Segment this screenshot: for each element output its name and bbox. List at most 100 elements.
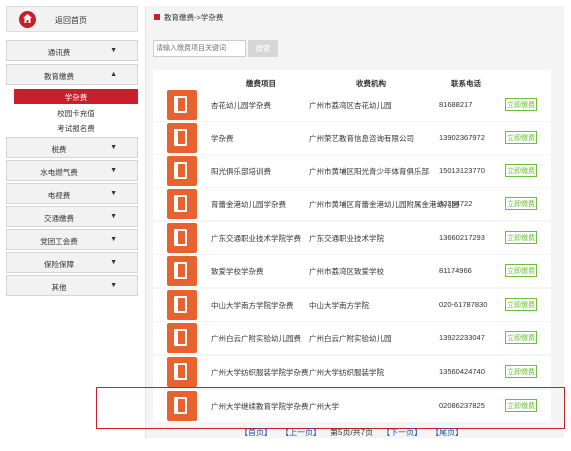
- subnav-tuition[interactable]: 学杂费: [14, 89, 138, 104]
- table-row: 学杂费 广州荣艺教育信息咨询有限公司 13902367972 立即缴费: [153, 122, 551, 154]
- table-row: 致爱学校学杂费 广州市荔湾区致爱学校 81174966 立即缴费: [153, 255, 551, 287]
- first-page-link[interactable]: 首页: [248, 428, 264, 437]
- bracket-left: 【: [382, 428, 391, 437]
- item-name: 广东交通职业技术学院学费: [211, 234, 301, 243]
- phone: 13902367972: [439, 133, 485, 142]
- org-name: 广州白云广附实验幼儿园: [309, 334, 392, 343]
- phone: 020-61787830: [439, 300, 488, 309]
- prev-page-link[interactable]: 上一页: [289, 428, 313, 437]
- phone: 13922233047: [439, 333, 485, 342]
- chevron-down-icon: ▼: [110, 282, 117, 289]
- subnav-label: 学杂费: [64, 93, 88, 102]
- phone: 15013123770: [439, 166, 485, 175]
- highlight-frame: [96, 387, 565, 429]
- org-name: 广州市黄埔区育蕾金港幼儿园附属金港幼儿园: [309, 200, 459, 209]
- table-row: 阳光俱乐部培训费 广州市黄埔区阳光青少年体育俱乐部 15013123770 立即…: [153, 155, 551, 187]
- home-button[interactable]: 返回首页: [6, 6, 138, 32]
- header-item: 缴费项目: [246, 79, 276, 88]
- org-name: 广州市荔湾区致爱学校: [309, 267, 384, 276]
- table-row: 广东交通职业技术学院学费 广东交通职业技术学院 13660217293 立即缴费: [153, 222, 551, 254]
- bracket-left: 【: [431, 428, 440, 437]
- nav-label: 保险保障: [44, 260, 74, 269]
- pay-now-button[interactable]: 立即缴费: [505, 331, 537, 344]
- org-name: 广州荣艺教育信息咨询有限公司: [309, 134, 414, 143]
- phone: 81174966: [439, 266, 472, 275]
- nav-tax[interactable]: 税费 ▼: [6, 137, 138, 158]
- home-icon: [19, 11, 36, 28]
- book-icon: [167, 290, 197, 320]
- pay-now-button[interactable]: 立即缴费: [505, 98, 537, 111]
- nav-traffic[interactable]: 交通缴费 ▼: [6, 206, 138, 227]
- last-page-link[interactable]: 尾页: [439, 428, 455, 437]
- header-tel: 联系电话: [451, 79, 481, 88]
- pay-now-button[interactable]: 立即缴费: [505, 298, 537, 311]
- chevron-down-icon: ▼: [110, 167, 117, 174]
- table-row: 中山大学南方学院学杂费 中山大学南方学院 020-61787830 立即缴费: [153, 289, 551, 321]
- item-name: 阳光俱乐部培训费: [211, 167, 271, 176]
- book-icon: [167, 90, 197, 120]
- pay-now-button[interactable]: 立即缴费: [505, 264, 537, 277]
- bracket-right: 】: [455, 428, 464, 437]
- breadcrumb-marker-icon: [154, 14, 160, 20]
- book-icon: [167, 156, 197, 186]
- nav-tv[interactable]: 电视费 ▼: [6, 183, 138, 204]
- breadcrumb-text: 教育缴费->学杂费: [164, 13, 224, 22]
- main-panel: 教育缴费->学杂费 搜索 缴费项目 收费机构 联系电话 杏花幼儿园学杂费 广州市…: [145, 6, 564, 438]
- subnav-exam-fee[interactable]: 考试报名费: [14, 120, 138, 134]
- table-row: 广州大学纺织服装学院学杂费 广州大学纺织服装学院 13560424740 立即缴…: [153, 356, 551, 388]
- org-name: 广州大学纺织服装学院: [309, 368, 384, 377]
- book-icon: [167, 189, 197, 219]
- bracket-right: 】: [313, 428, 321, 437]
- pagination: 【首页】 【上一页】 第5页/共7页 【下一页】 【尾页】: [240, 427, 463, 438]
- nav-insurance[interactable]: 保险保障 ▼: [6, 252, 138, 273]
- search-button[interactable]: 搜索: [248, 40, 278, 57]
- chevron-down-icon: ▼: [110, 259, 117, 266]
- table-row: 育蕾金港幼儿园学杂费 广州市黄埔区育蕾金港幼儿园附属金港幼儿园 82354722…: [153, 188, 551, 220]
- item-name: 杏花幼儿园学杂费: [211, 101, 271, 110]
- bracket-right: 】: [264, 428, 272, 437]
- pay-now-button[interactable]: 立即缴费: [505, 365, 537, 378]
- org-name: 广东交通职业技术学院: [309, 234, 384, 243]
- chevron-up-icon: ▲: [110, 71, 117, 78]
- pay-now-button[interactable]: 立即缴费: [505, 197, 537, 210]
- item-name: 致爱学校学杂费: [211, 267, 264, 276]
- item-name: 广州白云广附实验幼儿园费: [211, 334, 301, 343]
- pay-now-button[interactable]: 立即缴费: [505, 131, 537, 144]
- org-name: 广州市黄埔区阳光青少年体育俱乐部: [309, 167, 429, 176]
- pay-now-button[interactable]: 立即缴费: [505, 231, 537, 244]
- breadcrumb: 教育缴费->学杂费: [154, 12, 223, 23]
- nav-telecom[interactable]: 通讯费 ▼: [6, 40, 138, 61]
- phone: 82354722: [439, 199, 473, 208]
- book-icon: [167, 256, 197, 286]
- nav-label: 电视费: [47, 191, 71, 200]
- nav-other[interactable]: 其他 ▼: [6, 275, 138, 296]
- nav-label: 交通缴费: [44, 214, 74, 223]
- nav-utilities[interactable]: 水电燃气费 ▼: [6, 160, 138, 181]
- nav-label: 水电燃气费: [40, 168, 78, 177]
- chevron-down-icon: ▼: [110, 236, 117, 243]
- item-name: 中山大学南方学院学杂费: [211, 301, 294, 310]
- chevron-down-icon: ▼: [110, 144, 117, 151]
- item-name: 学杂费: [211, 134, 234, 143]
- book-icon: [167, 357, 197, 387]
- next-page-link[interactable]: 下一页: [390, 428, 414, 437]
- chevron-down-icon: ▼: [110, 47, 117, 54]
- search-input[interactable]: [153, 40, 246, 57]
- phone: 13660217293: [439, 233, 485, 242]
- org-name: 中山大学南方学院: [309, 301, 369, 310]
- home-label: 返回首页: [55, 16, 87, 25]
- subnav-label: 校园卡充值: [57, 109, 95, 118]
- pay-now-button[interactable]: 立即缴费: [505, 164, 537, 177]
- subnav-campus-card[interactable]: 校园卡充值: [14, 105, 138, 119]
- table-row: 广州白云广附实验幼儿园费 广州白云广附实验幼儿园 13922233047 立即缴…: [153, 322, 551, 354]
- bracket-left: 【: [281, 428, 289, 437]
- chevron-down-icon: ▼: [110, 190, 117, 197]
- nav-label: 通讯费: [47, 48, 71, 57]
- bracket-left: 【: [240, 428, 248, 437]
- nav-party-union[interactable]: 党团工会费 ▼: [6, 229, 138, 250]
- page-info: 第5页/共7页: [330, 428, 374, 437]
- item-name: 育蕾金港幼儿园学杂费: [211, 200, 286, 209]
- book-icon: [167, 323, 197, 353]
- nav-education[interactable]: 教育缴费 ▲: [6, 64, 138, 85]
- subnav-label: 考试报名费: [57, 124, 95, 133]
